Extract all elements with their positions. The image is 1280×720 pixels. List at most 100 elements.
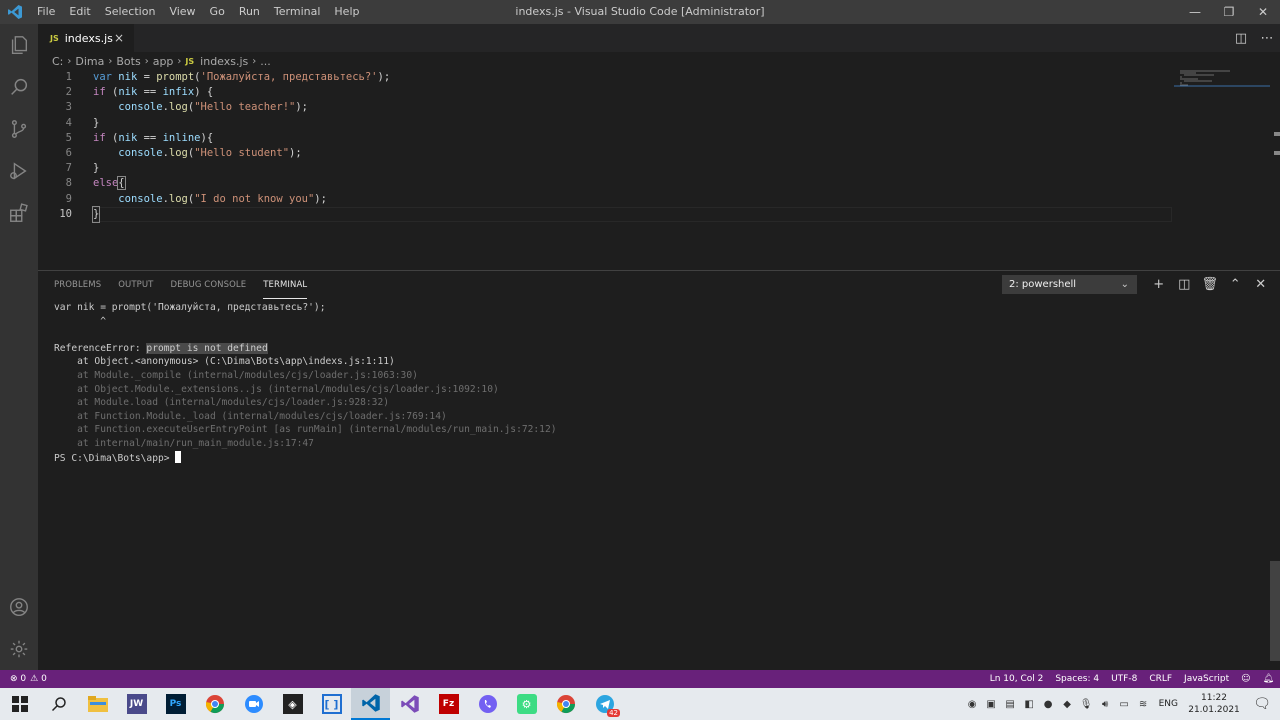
bracket-app-icon[interactable]: [ ] bbox=[312, 688, 351, 720]
filezilla-icon[interactable]: Fz bbox=[429, 688, 468, 720]
visual-studio-icon[interactable] bbox=[390, 688, 429, 720]
breadcrumb-file[interactable]: indexs.js bbox=[200, 55, 248, 68]
menu-file[interactable]: File bbox=[30, 0, 62, 24]
terminal-scrollbar[interactable] bbox=[1270, 561, 1280, 661]
activity-bar bbox=[0, 24, 38, 670]
code-editor[interactable]: 1 var nik = prompt('Пожалуйста, представь… bbox=[38, 70, 1280, 268]
clock[interactable]: 11:22 21.01.2021 bbox=[1184, 692, 1244, 716]
menu-go[interactable]: Go bbox=[203, 0, 232, 24]
breadcrumb-dima[interactable]: Dima bbox=[75, 55, 104, 68]
action-center-icon[interactable]: 🗨︎ bbox=[1244, 696, 1280, 712]
breadcrumb-app[interactable]: app bbox=[153, 55, 174, 68]
settings-gear-icon[interactable] bbox=[0, 628, 38, 670]
breadcrumb-drive[interactable]: C: bbox=[52, 55, 63, 68]
windows-start-icon[interactable] bbox=[0, 688, 39, 720]
file-explorer-icon[interactable] bbox=[78, 688, 117, 720]
jw-app-icon[interactable]: JW bbox=[117, 688, 156, 720]
close-window-icon[interactable]: ✕ bbox=[1246, 0, 1280, 24]
terminal-line: at Function.Module._load (internal/modul… bbox=[54, 410, 447, 422]
restore-icon[interactable]: ❐ bbox=[1212, 0, 1246, 24]
vscode-taskbar-icon[interactable] bbox=[351, 688, 390, 720]
network-icon[interactable]: ▭ bbox=[1115, 699, 1134, 710]
chevron-right-icon: › bbox=[67, 55, 72, 67]
more-actions-icon[interactable]: ⋯ bbox=[1254, 31, 1280, 46]
volume-icon[interactable]: 🔊︎ bbox=[1096, 699, 1115, 710]
split-terminal-icon[interactable]: ◫ bbox=[1172, 275, 1198, 294]
search-icon[interactable] bbox=[0, 66, 38, 108]
chrome-icon[interactable] bbox=[195, 688, 234, 720]
cursor-position[interactable]: Ln 10, Col 2 bbox=[990, 674, 1044, 684]
menu-help[interactable]: Help bbox=[327, 0, 366, 24]
errors-count[interactable]: ⊗ 0 bbox=[10, 674, 26, 684]
terminal-line: ^ bbox=[54, 315, 106, 327]
breadcrumb-bots[interactable]: Bots bbox=[116, 55, 140, 68]
line-number: 5 bbox=[65, 131, 72, 144]
minimap[interactable] bbox=[1174, 70, 1274, 90]
tab-debug-console[interactable]: DEBUG CONSOLE bbox=[170, 271, 246, 299]
indentation[interactable]: Spaces: 4 bbox=[1055, 674, 1099, 684]
app-tray-icon[interactable]: ● bbox=[1039, 699, 1058, 710]
breadcrumb-symbol[interactable]: ... bbox=[260, 55, 271, 68]
line-number: 2 bbox=[65, 86, 72, 99]
app-tray-icon[interactable]: ◧ bbox=[1020, 699, 1039, 710]
input-language[interactable]: ENG bbox=[1159, 699, 1178, 709]
search-icon[interactable] bbox=[39, 688, 78, 720]
tab-output[interactable]: OUTPUT bbox=[118, 271, 153, 299]
notifications-bell-icon[interactable]: 🔔︎ bbox=[1263, 674, 1274, 684]
android-studio-icon[interactable]: ⚙ bbox=[507, 688, 546, 720]
language-mode[interactable]: JavaScript bbox=[1184, 674, 1229, 684]
microphone-icon[interactable]: 🎙︎ bbox=[1077, 699, 1096, 710]
menu-run[interactable]: Run bbox=[232, 0, 267, 24]
terminal-line: at internal/main/run_main_module.js:17:4… bbox=[54, 437, 314, 449]
wifi-icon[interactable]: ≋ bbox=[1134, 699, 1153, 710]
code-line: 7} bbox=[38, 161, 1280, 176]
chrome-profile-icon[interactable] bbox=[546, 688, 585, 720]
terminal-select-value: 2: powershell bbox=[1009, 279, 1077, 290]
trash-icon[interactable]: 🗑 bbox=[1197, 275, 1223, 294]
vscode-logo-icon bbox=[0, 0, 30, 24]
line-number: 10 bbox=[59, 207, 72, 220]
code-line: 9 console.log("I do not know you"); bbox=[38, 192, 1280, 207]
new-terminal-icon[interactable]: + bbox=[1146, 275, 1172, 294]
photoshop-icon[interactable]: Ps bbox=[156, 688, 195, 720]
chrome-tray-icon[interactable]: ◉ bbox=[963, 699, 982, 710]
end-of-line[interactable]: CRLF bbox=[1149, 674, 1172, 684]
unity-icon[interactable]: ◈ bbox=[273, 688, 312, 720]
line-number: 8 bbox=[65, 177, 72, 190]
run-debug-icon[interactable] bbox=[0, 150, 38, 192]
chevron-right-icon: › bbox=[252, 55, 257, 67]
tab-problems[interactable]: PROBLEMS bbox=[54, 271, 101, 299]
explorer-icon[interactable] bbox=[0, 24, 38, 66]
terminal-select[interactable]: 2: powershell ⌄ bbox=[1002, 275, 1137, 294]
menu-selection[interactable]: Selection bbox=[98, 0, 163, 24]
close-tab-icon[interactable]: × bbox=[114, 31, 124, 45]
terminal-line: at Function.executeUserEntryPoint [as ru… bbox=[54, 424, 557, 436]
warnings-count[interactable]: ⚠ 0 bbox=[30, 674, 47, 684]
title-bar: File Edit Selection View Go Run Terminal… bbox=[0, 0, 1280, 24]
minimize-icon[interactable]: — bbox=[1178, 0, 1212, 24]
maximize-panel-icon[interactable]: ⌃ bbox=[1223, 275, 1249, 294]
viber-icon[interactable] bbox=[468, 688, 507, 720]
chevron-right-icon: › bbox=[177, 55, 182, 67]
tab-terminal[interactable]: TERMINAL bbox=[263, 271, 308, 299]
tab-indexs-js[interactable]: JS indexs.js × bbox=[38, 24, 134, 52]
app-tray-icon[interactable]: ◆ bbox=[1058, 699, 1077, 710]
breadcrumb: C: › Dima › Bots › app › JS indexs.js › … bbox=[38, 52, 271, 70]
extensions-icon[interactable] bbox=[0, 192, 38, 234]
menu-terminal[interactable]: Terminal bbox=[267, 0, 328, 24]
terminal-output[interactable]: var nik = prompt('Пожалуйста, представьт… bbox=[54, 301, 557, 465]
telegram-icon[interactable]: 42 bbox=[585, 688, 624, 720]
close-panel-icon[interactable]: ✕ bbox=[1248, 275, 1274, 294]
split-editor-icon[interactable]: ◫ bbox=[1228, 31, 1254, 46]
chevron-down-icon: ⌄ bbox=[1120, 279, 1129, 290]
source-control-icon[interactable] bbox=[0, 108, 38, 150]
app-tray-icon[interactable]: ▣ bbox=[982, 699, 1001, 710]
zoom-icon[interactable] bbox=[234, 688, 273, 720]
menu-view[interactable]: View bbox=[162, 0, 202, 24]
code-line: 5 if (nik == inline){ bbox=[38, 131, 1280, 146]
encoding[interactable]: UTF-8 bbox=[1111, 674, 1137, 684]
app-tray-icon[interactable]: ▤ bbox=[1001, 699, 1020, 710]
accounts-icon[interactable] bbox=[0, 586, 38, 628]
feedback-icon[interactable]: ☺ bbox=[1241, 674, 1250, 684]
menu-edit[interactable]: Edit bbox=[62, 0, 97, 24]
